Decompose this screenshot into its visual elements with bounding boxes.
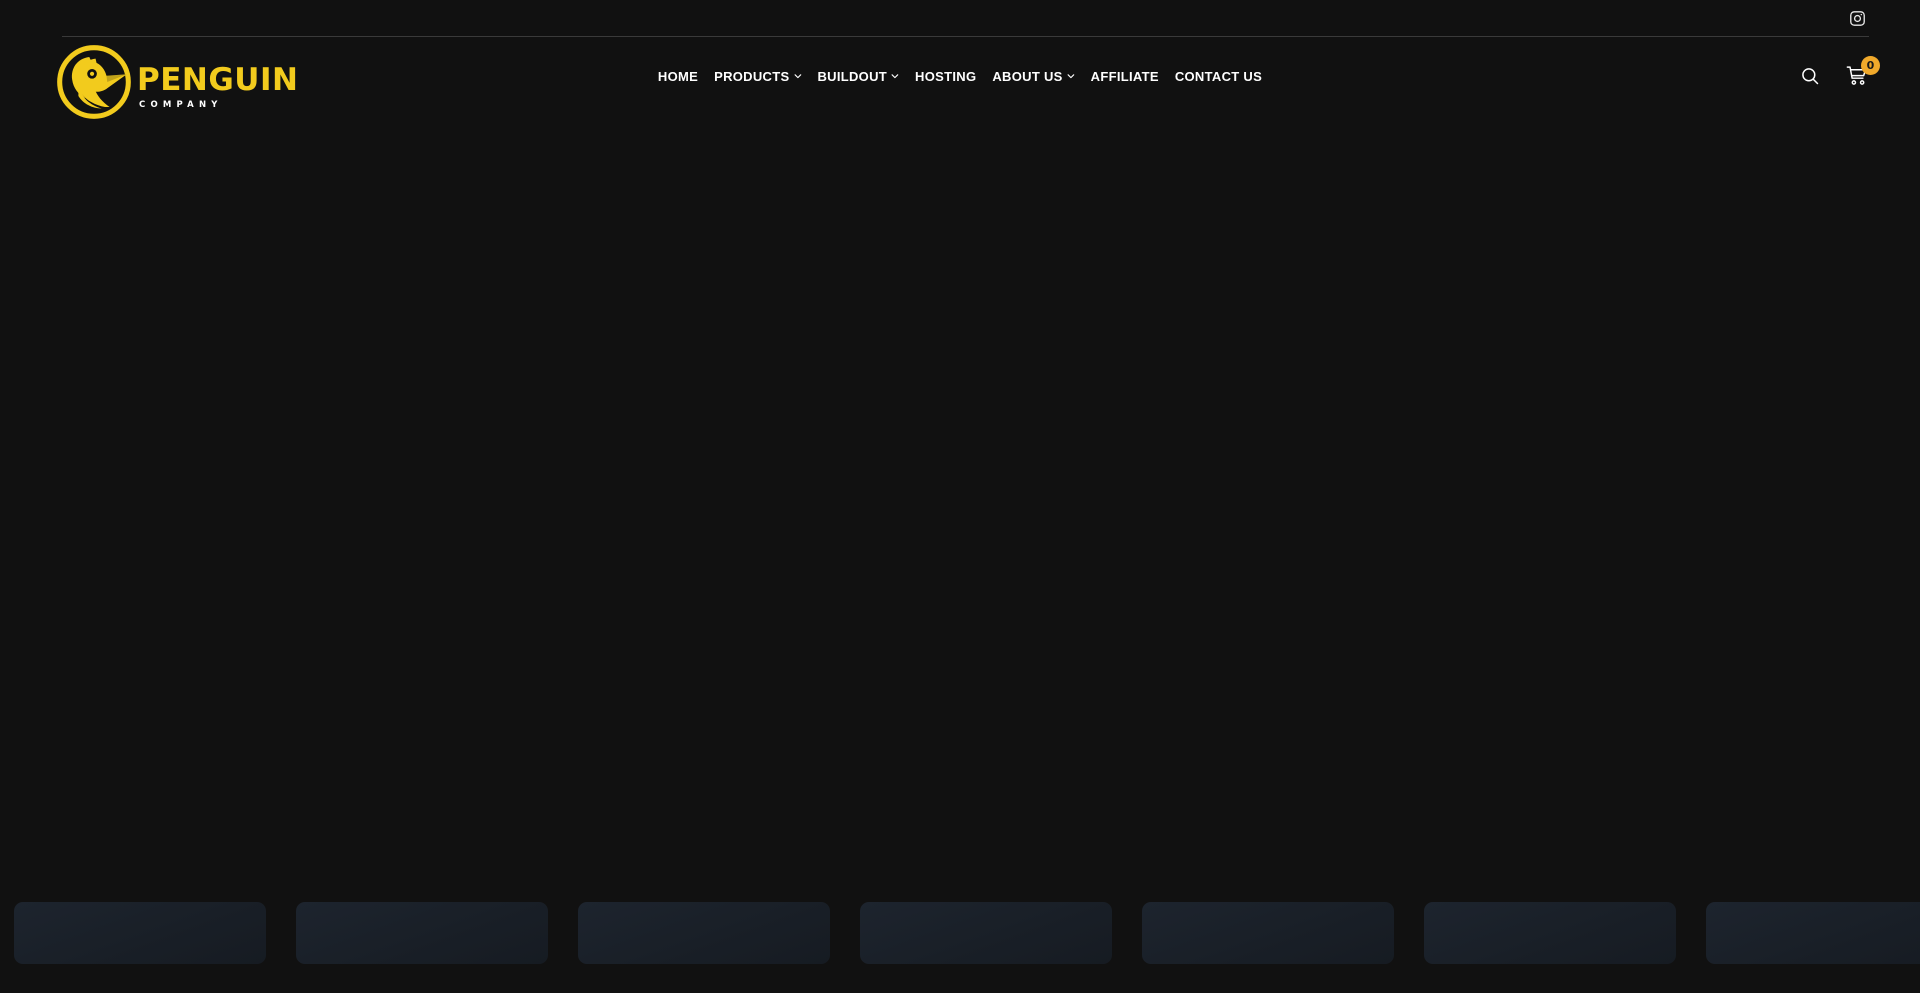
placeholder-card[interactable] bbox=[1142, 902, 1394, 964]
hero-section bbox=[0, 135, 1920, 870]
placeholder-card[interactable] bbox=[296, 902, 548, 964]
header-actions: 0 bbox=[1797, 56, 1880, 89]
site-logo[interactable]: PENGUIN COMPANY bbox=[55, 43, 298, 121]
search-icon[interactable] bbox=[1797, 63, 1823, 89]
nav-item-hosting[interactable]: HOSTING bbox=[907, 67, 984, 87]
instagram-icon[interactable] bbox=[1844, 5, 1870, 31]
logo-secondary-text: COMPANY bbox=[139, 99, 223, 110]
nav-item-label: AFFILIATE bbox=[1090, 69, 1159, 84]
placeholder-card[interactable] bbox=[1424, 902, 1676, 964]
nav-item-label: ABOUT US bbox=[992, 69, 1063, 84]
logo-wordmark: PENGUIN COMPANY bbox=[137, 55, 298, 110]
nav-item-label: CONTACT US bbox=[1174, 69, 1263, 84]
chevron-down-icon bbox=[891, 72, 899, 80]
top-utility-bar bbox=[0, 0, 1920, 36]
nav-item-buildout[interactable]: BUILDOUT bbox=[809, 67, 907, 87]
cart-count-badge: 0 bbox=[1861, 56, 1880, 75]
nav-item-home[interactable]: HOME bbox=[650, 67, 706, 87]
nav-item-label: HOSTING bbox=[915, 69, 977, 84]
chevron-down-icon bbox=[1067, 72, 1075, 80]
placeholder-card[interactable] bbox=[860, 902, 1112, 964]
placeholder-card[interactable] bbox=[578, 902, 830, 964]
nav-item-affiliate[interactable]: AFFILIATE bbox=[1083, 67, 1167, 87]
main-navigation: HOME PRODUCTS BUILDOUT HOSTING ABOUT US … bbox=[650, 67, 1270, 87]
nav-item-label: HOME bbox=[657, 69, 699, 84]
penguin-logo-icon bbox=[55, 43, 133, 121]
nav-item-label: BUILDOUT bbox=[817, 69, 888, 84]
nav-item-products[interactable]: PRODUCTS bbox=[706, 67, 809, 87]
cart-icon[interactable]: 0 bbox=[1844, 56, 1880, 89]
placeholder-card[interactable] bbox=[1706, 902, 1920, 964]
nav-item-about-us[interactable]: ABOUT US bbox=[984, 67, 1082, 87]
nav-item-label: PRODUCTS bbox=[714, 69, 790, 84]
chevron-down-icon bbox=[793, 72, 801, 80]
placeholder-card[interactable] bbox=[14, 902, 266, 964]
nav-item-contact-us[interactable]: CONTACT US bbox=[1167, 67, 1270, 87]
logo-primary-text: PENGUIN bbox=[137, 61, 299, 98]
placeholder-card-strip bbox=[0, 902, 1920, 966]
site-header: PENGUIN COMPANY HOME PRODUCTS BUILDOUT H… bbox=[0, 37, 1920, 135]
